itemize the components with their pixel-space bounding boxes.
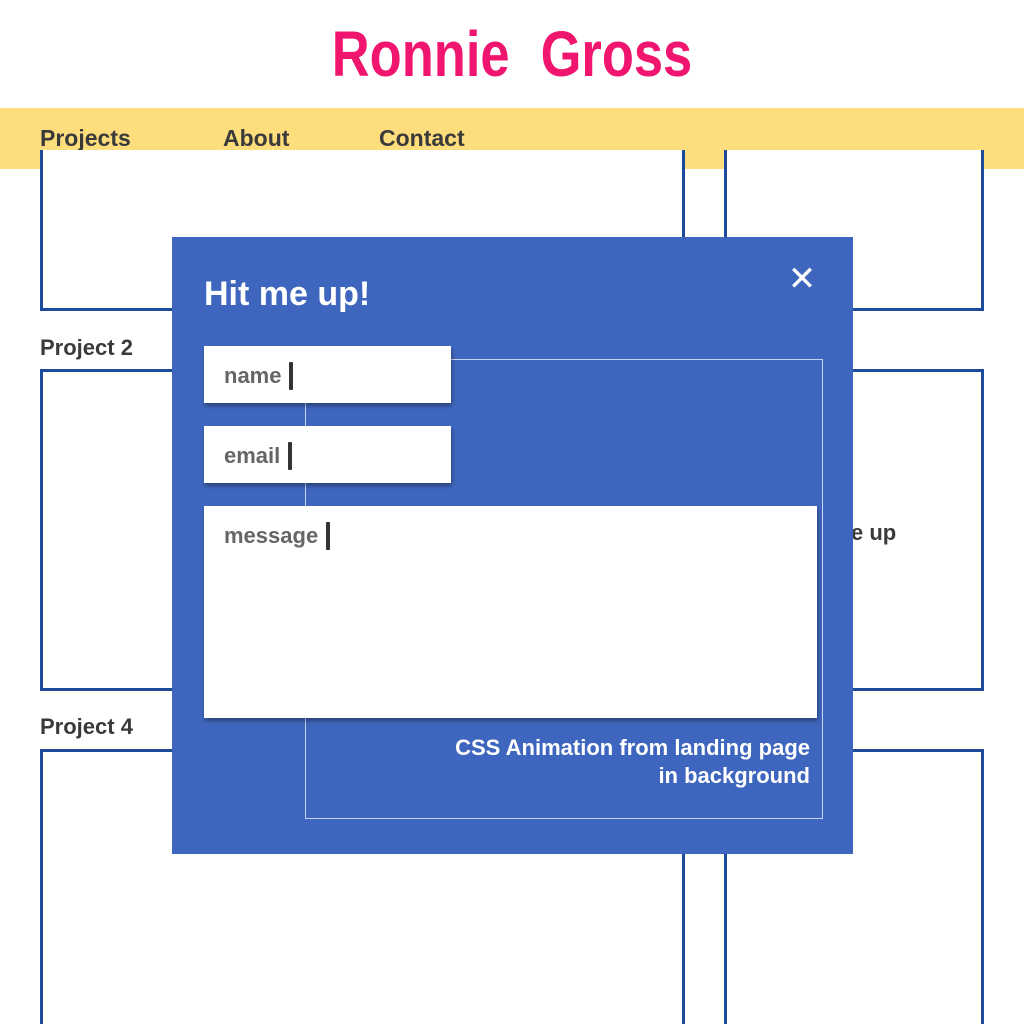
text-cursor [288,442,293,470]
close-icon: ✕ [787,260,817,298]
text-cursor [289,362,294,390]
close-button[interactable]: ✕ [784,261,820,297]
project-title: Project 2 [40,335,133,360]
message-field[interactable]: message [204,506,817,718]
nav-item-contact[interactable]: Contact [379,125,465,152]
nav-item-about[interactable]: About [223,125,289,152]
contact-modal: Hit me up! ✕ CSS Animation from landing … [172,237,853,854]
project-card-text: e up [851,520,897,545]
message-placeholder: message [224,522,331,550]
site-title: Ronnie Gross [331,18,693,90]
project-title: Project 4 [40,714,133,739]
page: Ronnie Gross Projects About Contact Proj… [0,0,1024,1024]
name-placeholder: name [224,362,294,390]
animation-caption: CSS Animation from landing page in backg… [390,734,810,790]
text-cursor [326,522,331,550]
animation-caption-line: CSS Animation from landing page [455,735,810,760]
email-placeholder: email [224,442,293,470]
animation-caption-line: in background [658,763,810,788]
modal-title: Hit me up! [204,275,371,313]
email-field[interactable]: email [204,426,451,483]
nav-item-projects[interactable]: Projects [40,125,131,152]
name-field[interactable]: name [204,346,451,403]
